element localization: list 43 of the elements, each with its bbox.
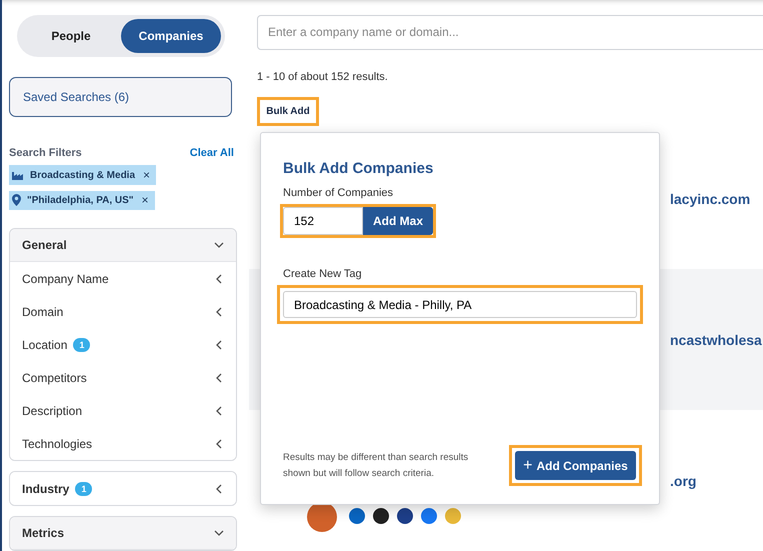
add-companies-button[interactable]: + Add Companies [515, 451, 636, 480]
disclaimer-text: Results may be different than search results shown but will follow search criteria. [283, 450, 470, 480]
search-field[interactable]: Enter a company name or domain... [257, 15, 763, 50]
domain-link[interactable]: ncastwholesa [670, 332, 762, 348]
domain-link[interactable]: .org [670, 472, 696, 488]
section-header[interactable]: Industry 1 [10, 472, 236, 506]
chevron-left-icon [214, 340, 224, 350]
mode-tab[interactable]: Companies [121, 19, 221, 53]
chip-label: "Philadelphia, PA, US" [27, 194, 134, 206]
bulk-add-button[interactable]: Bulk Add [257, 96, 319, 126]
mode-tab[interactable]: People [21, 19, 121, 53]
social-icon[interactable] [373, 508, 389, 524]
count-badge: 1 [73, 338, 90, 352]
chevron-down-icon [214, 528, 224, 538]
chevron-left-icon [214, 274, 224, 284]
chevron-left-icon [214, 306, 224, 317]
remove-button[interactable]: × [141, 168, 150, 182]
social-icon[interactable] [397, 508, 413, 524]
section-header[interactable]: Metrics [10, 517, 236, 550]
count-badge: 1 [75, 482, 92, 496]
chevron-left-icon [214, 372, 224, 383]
remove-button[interactable]: × [140, 193, 149, 208]
chip-label: Broadcasting & Media [30, 170, 136, 181]
social-icon[interactable] [349, 508, 365, 524]
chevron-down-icon [214, 240, 224, 250]
domain-link[interactable]: lacyinc.com [670, 190, 750, 206]
map-pin-icon [12, 194, 21, 206]
results-summary: 1 - 10 of about 152 results. [257, 70, 389, 83]
count-input[interactable]: 152 [283, 207, 363, 235]
field-label: Number of Companies [283, 187, 394, 199]
factory-icon [12, 170, 24, 180]
field-label: Create New Tag [283, 268, 363, 280]
section-header[interactable]: General [10, 229, 236, 262]
clear-all-link[interactable]: Clear All [190, 147, 234, 160]
company-logo-icon [307, 502, 337, 532]
dialog-title: Bulk Add Companies [283, 160, 434, 177]
tag-input[interactable]: Broadcasting & Media - Philly, PA [283, 291, 637, 318]
chevron-left-icon [214, 438, 224, 449]
chevron-left-icon [214, 406, 224, 416]
search-filters-title: Search Filters [9, 147, 82, 160]
saved-searches-button[interactable]: Saved Searches (6) [9, 76, 232, 118]
chevron-left-icon [214, 484, 224, 494]
add-max-button[interactable]: Add Max [363, 207, 433, 235]
